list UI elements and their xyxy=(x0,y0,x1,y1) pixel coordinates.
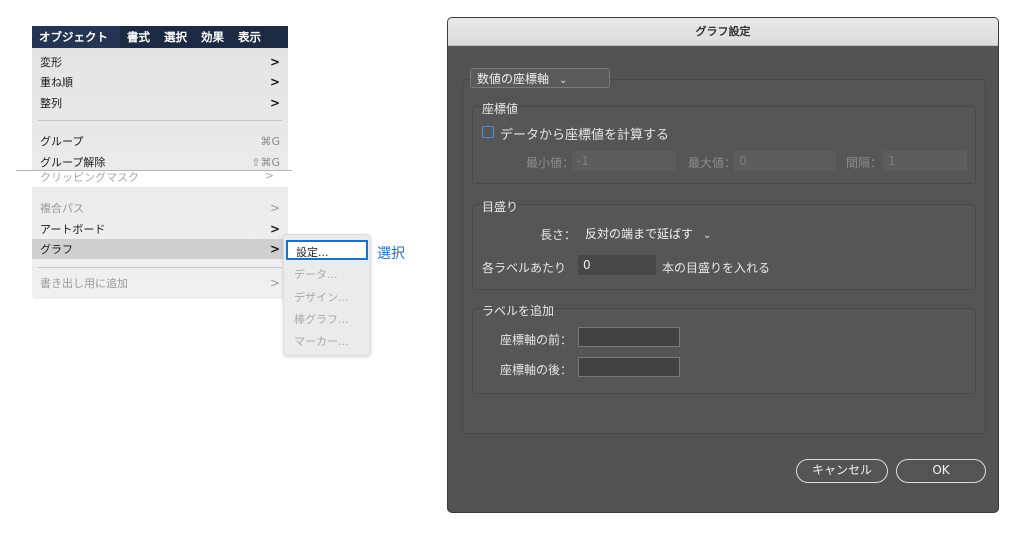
max-value-input[interactable]: 0 xyxy=(734,151,836,171)
menu-item-ungroup[interactable]: グループ解除 ⇧⌘G xyxy=(32,152,288,172)
submenu-arrow-icon: > xyxy=(269,276,280,290)
submenu-arrow-icon: > xyxy=(269,201,280,215)
ungroup-shortcut: ⇧⌘G xyxy=(251,155,280,169)
after-axis-label: 座標軸の後： xyxy=(500,363,573,377)
submenu-item-settings[interactable]: 設定... xyxy=(286,240,368,260)
graph-settings-dialog: グラフ設定 数値の座標軸 ⌄ 座標値 データから座標値を計算する 最小値： -1 … xyxy=(447,17,999,513)
menu-separator xyxy=(38,120,282,121)
menu-item-transform[interactable]: 変形 > xyxy=(32,52,288,72)
after-axis-input[interactable] xyxy=(578,357,680,377)
menu-item-compound-path[interactable]: 複合パス > xyxy=(32,198,288,218)
menu-item-clipping-mask: クリッピングマスク > xyxy=(32,171,288,187)
chevron-down-icon: ⌄ xyxy=(703,230,712,241)
graph-submenu: 設定... データ... デザイン... 棒グラフ... マーカー... xyxy=(283,234,371,356)
chevron-down-icon: ⌄ xyxy=(559,75,568,86)
before-axis-input[interactable] xyxy=(578,327,680,347)
interval-input[interactable]: 1 xyxy=(883,151,967,171)
tick-length-label: 長さ： xyxy=(540,228,577,242)
add-labels-group xyxy=(472,308,976,394)
ok-button[interactable]: OK xyxy=(896,459,986,483)
menu-item-artboards[interactable]: アートボード > xyxy=(32,219,288,239)
ticks-group xyxy=(472,204,976,290)
min-value-input[interactable]: -1 xyxy=(572,151,676,171)
submenu-item-data[interactable]: データ... xyxy=(294,266,338,282)
menu-bar: オブジェクト 書式 選択 効果 表示 xyxy=(32,26,288,48)
menubar-item-type[interactable]: 書式 xyxy=(120,26,157,48)
menu-item-arrange[interactable]: 重ね順 > xyxy=(32,72,288,92)
menu-separator xyxy=(38,267,282,268)
interval-label: 間隔： xyxy=(846,156,883,170)
axis-type-dropdown[interactable]: 数値の座標軸 ⌄ xyxy=(470,68,610,88)
submenu-arrow-icon: > xyxy=(269,222,280,236)
menu-item-align[interactable]: 整列 > xyxy=(32,93,288,113)
max-value-label: 最大値： xyxy=(688,156,737,170)
submenu-arrow-icon: > xyxy=(269,242,280,256)
menu-item-group[interactable]: グループ ⌘G xyxy=(32,131,288,151)
select-callout-label: 選択 xyxy=(377,246,405,262)
calc-from-data-checkbox[interactable] xyxy=(482,126,494,138)
menubar-item-view[interactable]: 表示 xyxy=(231,26,268,48)
menubar-item-effect[interactable]: 効果 xyxy=(194,26,231,48)
menu-item-graph[interactable]: グラフ > xyxy=(32,239,288,259)
submenu-item-design[interactable]: デザイン... xyxy=(294,289,349,305)
submenu-item-bar-graph[interactable]: 棒グラフ... xyxy=(294,311,349,327)
calc-from-data-label: データから座標値を計算する xyxy=(500,128,670,143)
submenu-item-marker[interactable]: マーカー... xyxy=(294,333,349,349)
before-axis-label: 座標軸の前： xyxy=(500,333,573,347)
submenu-arrow-icon: > xyxy=(269,96,280,110)
submenu-arrow-icon: > xyxy=(269,55,280,69)
menu-item-export-add[interactable]: 書き出し用に追加 > xyxy=(32,273,288,293)
ticks-per-label-input[interactable]: 0 xyxy=(578,255,656,275)
per-label-suffix: 本の目盛りを入れる xyxy=(662,261,771,275)
per-label-prefix: 各ラベルあたり xyxy=(482,261,567,275)
min-value-label: 最小値： xyxy=(526,156,575,170)
menubar-item-select[interactable]: 選択 xyxy=(157,26,194,48)
submenu-arrow-icon: > xyxy=(269,75,280,89)
values-group xyxy=(472,106,976,184)
tick-length-dropdown[interactable]: 反対の端まで延ばす ⌄ xyxy=(582,223,732,243)
dialog-title: グラフ設定 xyxy=(448,18,998,46)
submenu-arrow-icon: > xyxy=(264,171,274,182)
menubar-item-object[interactable]: オブジェクト xyxy=(32,26,120,48)
cancel-button[interactable]: キャンセル xyxy=(796,459,888,483)
group-shortcut: ⌘G xyxy=(260,134,280,148)
values-heading: 座標値 xyxy=(482,102,519,116)
add-labels-heading: ラベルを追加 xyxy=(482,304,555,318)
ticks-heading: 目盛り xyxy=(482,200,519,214)
